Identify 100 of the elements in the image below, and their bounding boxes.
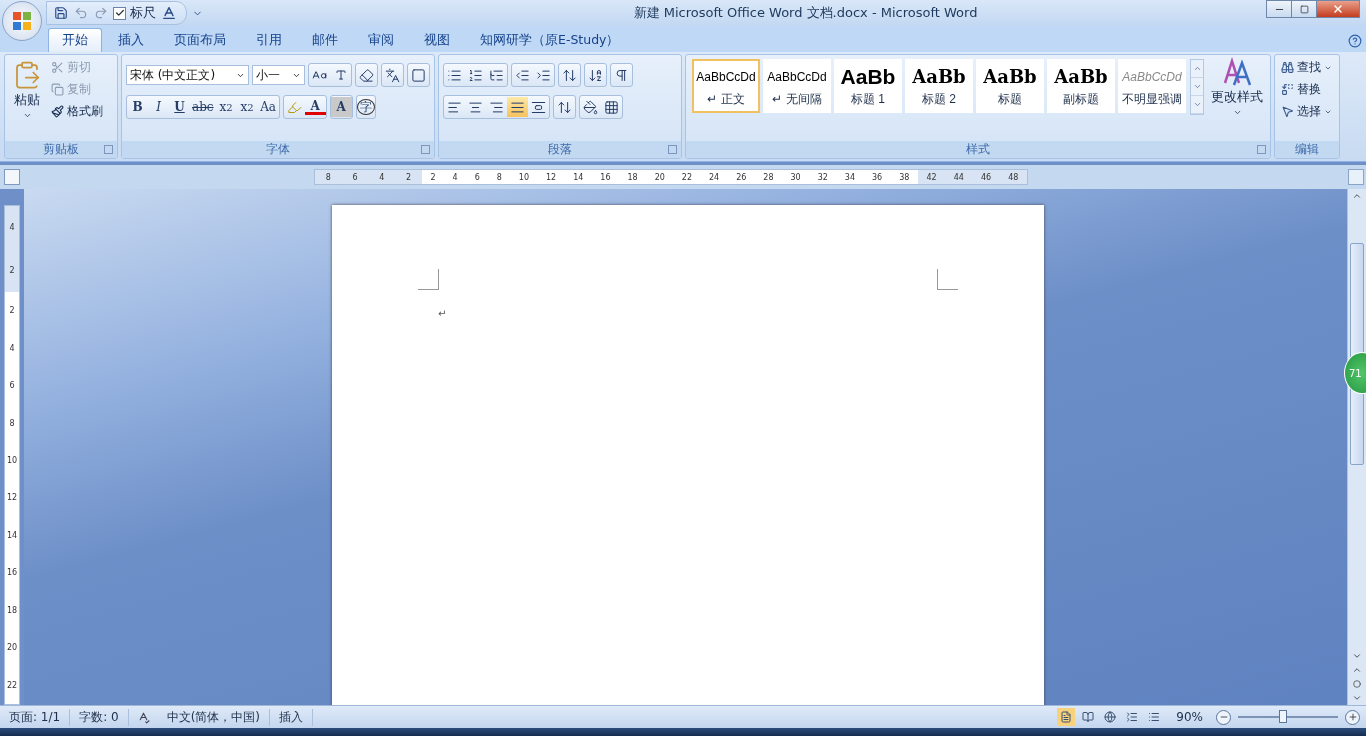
- view-ruler-button[interactable]: [1348, 169, 1364, 185]
- format-button[interactable]: Aa: [257, 97, 279, 117]
- style-item[interactable]: AaBb 标题: [976, 59, 1044, 113]
- ribbon-tab[interactable]: 引用: [242, 28, 296, 52]
- ruler-number: 14: [6, 530, 18, 540]
- dialog-launcher-icon[interactable]: [1257, 145, 1266, 154]
- page-count[interactable]: 页面: 1/1: [0, 708, 71, 726]
- vertical-ruler[interactable]: 4 2 2 4 6 8 10 12 14 16 18 20 22: [4, 205, 20, 705]
- ruler-number: 46: [981, 172, 992, 182]
- editing-button[interactable]: 替换: [1279, 80, 1334, 99]
- ruler-number: 48: [1008, 172, 1019, 182]
- office-logo-icon: [11, 10, 33, 32]
- scissors-icon: [51, 61, 64, 74]
- undo-icon: [74, 6, 88, 20]
- ribbon-tab[interactable]: 视图: [410, 28, 464, 52]
- style-item[interactable]: AaBb 标题 2: [905, 59, 973, 113]
- paragraph-mark: ↵: [438, 308, 447, 319]
- ruler-number: 24: [709, 172, 720, 182]
- font-size-field[interactable]: 小一: [251, 65, 305, 85]
- style-label: 标题 1: [851, 91, 885, 108]
- vertical-scrollbar[interactable]: [1347, 189, 1366, 705]
- ruler-number: 12: [6, 493, 18, 503]
- ruler-number: 6: [474, 172, 480, 182]
- ribbon-tab[interactable]: 审阅: [354, 28, 408, 52]
- style-item[interactable]: AaBb 标题 1: [834, 59, 902, 113]
- dialog-launcher-icon[interactable]: [421, 145, 430, 154]
- language-status[interactable]: 中文(简体，中国): [157, 708, 271, 726]
- format-button[interactable]: U: [169, 97, 190, 117]
- dialog-launcher-icon[interactable]: [668, 145, 677, 154]
- style-item[interactable]: AaBbCcDd ↵ 正文: [692, 59, 760, 113]
- editing-button[interactable]: 查找: [1279, 58, 1334, 77]
- ruler-number: 4: [9, 343, 15, 353]
- ruler-number: 36: [872, 172, 883, 182]
- style-item[interactable]: AaBbCcDd ↵ 无间隔: [763, 59, 831, 113]
- style-label: 副标题: [1063, 91, 1099, 108]
- style-item[interactable]: AaBbCcDd 不明显强调: [1118, 59, 1186, 113]
- restore-button[interactable]: [1291, 0, 1317, 18]
- circle-icon: [1353, 680, 1361, 688]
- ribbon-tab[interactable]: 邮件: [298, 28, 352, 52]
- style-label: ↵ 正文: [707, 91, 745, 108]
- multilevel-list-icon: [489, 67, 504, 83]
- ribbon-tab[interactable]: 页面布局: [160, 28, 240, 52]
- highlighter-icon: [286, 99, 302, 115]
- ruler-number: 6: [352, 172, 358, 182]
- char-shading-button[interactable]: A: [330, 97, 352, 117]
- ribbon-tab[interactable]: 知网研学（原E-Study）: [466, 28, 634, 52]
- page-icon: [1060, 711, 1073, 723]
- clipboard-button[interactable]: 格式刷: [49, 102, 105, 121]
- paste-button[interactable]: 粘贴: [9, 58, 45, 138]
- ruler-number: 2: [9, 266, 15, 275]
- square-icon: [1299, 4, 1309, 14]
- ruler-number: 2: [406, 172, 412, 182]
- horizontal-ruler[interactable]: 8 6 4 2 2 4 6 8 10 12 14 16 18 20 22 24 26 28 30 32 34 36 38 42 44 46 48: [314, 169, 1028, 185]
- ruler-number: 14: [573, 172, 584, 182]
- close-icon: [1332, 3, 1344, 15]
- insert-mode[interactable]: 插入: [270, 708, 314, 726]
- zoom-out-button[interactable]: [1216, 709, 1231, 725]
- change-styles-button[interactable]: 更改样式: [1208, 55, 1266, 141]
- ruler-number: 6: [9, 381, 15, 391]
- save-icon: [54, 6, 68, 20]
- bulleted-list-icon: [447, 67, 462, 83]
- format-button[interactable]: I: [148, 97, 169, 117]
- tab-selector-button[interactable]: [4, 169, 20, 185]
- text-style-button[interactable]: [160, 4, 178, 22]
- document-page[interactable]: ↵: [332, 205, 1044, 705]
- ribbon-tab[interactable]: 插入: [104, 28, 158, 52]
- margin-corner-mark: [418, 269, 439, 290]
- ruler-number: 16: [600, 172, 611, 182]
- binoculars-icon: [1281, 61, 1294, 74]
- justify-icon: [510, 99, 525, 115]
- save-button[interactable]: [53, 5, 69, 21]
- help-button[interactable]: [1348, 34, 1362, 48]
- view-button[interactable]: [1057, 708, 1076, 726]
- ribbon-tab[interactable]: 开始: [48, 28, 102, 52]
- format-button[interactable]: abc: [190, 97, 216, 117]
- chevron-up-icon: [1352, 665, 1362, 675]
- dialog-launcher-icon[interactable]: [104, 145, 113, 154]
- zoom-slider-thumb[interactable]: [1279, 710, 1287, 723]
- font-name-field[interactable]: 宋体 (中文正文): [126, 65, 249, 85]
- ruler-number: 22: [6, 680, 18, 690]
- ruler-number: 28: [763, 172, 774, 182]
- format-button[interactable]: B: [127, 97, 148, 117]
- font-color-button[interactable]: A: [304, 99, 326, 115]
- style-item[interactable]: AaBb 副标题: [1047, 59, 1115, 113]
- minimize-button[interactable]: [1266, 0, 1292, 18]
- close-button[interactable]: [1316, 0, 1360, 18]
- align-right-icon: [489, 99, 504, 115]
- ruler-number: 20: [6, 643, 18, 653]
- brush-icon: [51, 105, 64, 118]
- help-icon: [1348, 34, 1362, 48]
- style-label: ↵ 无间隔: [772, 91, 822, 108]
- ruler-number: 12: [545, 172, 557, 182]
- ruler-checkbox[interactable]: [113, 6, 126, 20]
- align-button[interactable]: [507, 97, 528, 117]
- shrink-font-icon: [334, 69, 347, 81]
- zoom-in-button[interactable]: [1345, 709, 1360, 725]
- editing-button[interactable]: 选择: [1279, 102, 1334, 121]
- ruler-number: 4: [452, 172, 458, 182]
- word-count[interactable]: 字数: 0: [70, 708, 129, 726]
- zoom-level[interactable]: 90%: [1167, 710, 1212, 724]
